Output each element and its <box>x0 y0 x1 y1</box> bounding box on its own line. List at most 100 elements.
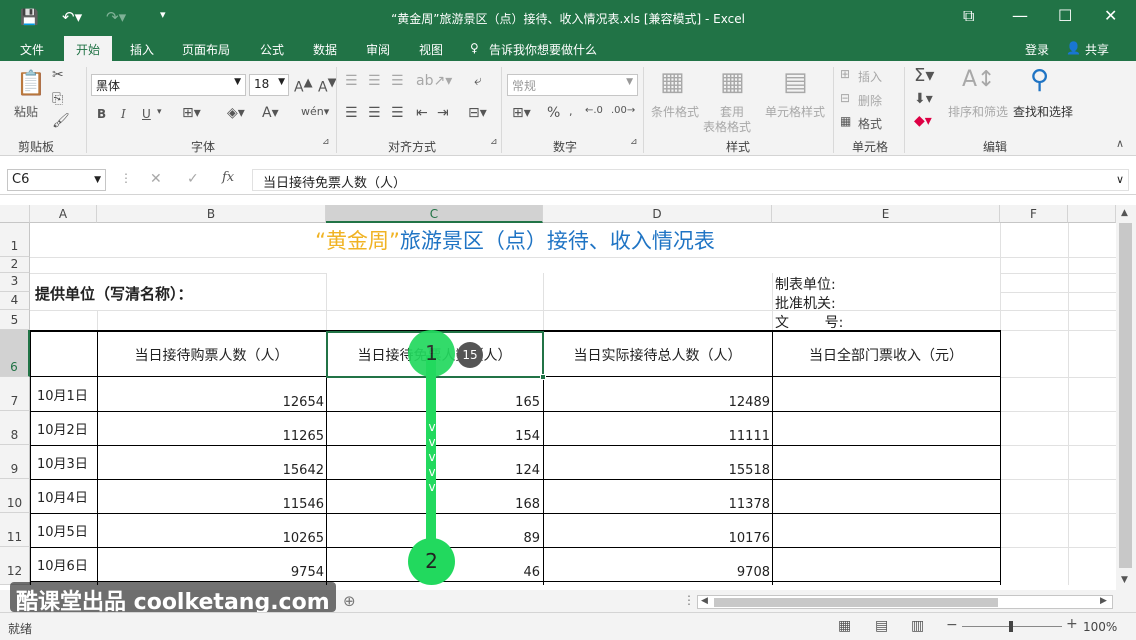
row-header-9[interactable]: 9 <box>0 445 30 479</box>
orientation-icon[interactable]: ab↗▾ <box>416 73 452 89</box>
dialog-launcher-icon[interactable]: ⊿ <box>490 137 498 147</box>
row-header-6[interactable]: 6 <box>0 330 30 377</box>
login-link[interactable]: 登录 <box>1025 41 1049 58</box>
page-layout-view-icon[interactable]: ▤ <box>875 618 888 634</box>
font-name-select[interactable]: 黑体 ▼ <box>91 74 246 96</box>
copy-icon[interactable]: ⎘ <box>52 91 63 107</box>
clear-icon[interactable]: ◆▾ <box>914 113 932 129</box>
cancel-icon[interactable]: ✕ <box>150 171 162 187</box>
scroll-right-icon[interactable]: ▶ <box>1100 596 1107 606</box>
phonetic-icon[interactable]: wén▾ <box>301 105 329 118</box>
collapse-ribbon-icon[interactable]: ∧ <box>1116 137 1124 150</box>
total-cell[interactable]: 12489 <box>543 395 770 410</box>
find-select-button[interactable]: 查找和选择 <box>1013 103 1073 120</box>
row-header-10[interactable]: 10 <box>0 479 30 513</box>
tab-home[interactable]: 开始 <box>64 36 113 61</box>
align-middle-icon[interactable]: ☰ <box>368 73 381 89</box>
row-header-1[interactable]: 1 <box>0 223 30 257</box>
row-header-4[interactable]: 4 <box>0 292 30 310</box>
wrap-text-icon[interactable]: ⤶ <box>474 73 482 89</box>
horizontal-scroll-thumb[interactable] <box>714 598 998 607</box>
row-header-7[interactable]: 7 <box>0 377 30 411</box>
horizontal-scrollbar[interactable]: ◀ ▶ <box>697 595 1113 609</box>
total-cell[interactable]: 9708 <box>543 565 770 580</box>
table-format-label-2[interactable]: 表格格式 <box>703 118 751 135</box>
format-painter-icon[interactable]: 🖌 <box>52 113 70 129</box>
tab-insert[interactable]: 插入 <box>130 41 154 58</box>
paid-cell[interactable]: 11265 <box>97 429 324 444</box>
autosum-icon[interactable]: Σ▾ <box>914 65 934 86</box>
cut-icon[interactable]: ✂ <box>52 67 64 83</box>
minimize-button[interactable]: — <box>1012 6 1028 25</box>
share-button[interactable]: 共享 <box>1085 41 1109 58</box>
conditional-format-button[interactable]: 条件格式 <box>651 103 699 120</box>
header-ticket-revenue[interactable]: 当日全部门票收入（元） <box>772 345 1000 365</box>
cell-styles-button[interactable]: 单元格样式 <box>765 103 825 120</box>
total-cell[interactable]: 15518 <box>543 463 770 478</box>
borders-icon[interactable]: ⊞▾ <box>182 105 201 121</box>
add-sheet-icon[interactable]: ⊕ <box>343 592 356 610</box>
paid-cell[interactable]: 12654 <box>97 395 324 410</box>
bold-button[interactable]: B <box>97 107 106 121</box>
tab-page-layout[interactable]: 页面布局 <box>182 41 230 58</box>
align-top-icon[interactable]: ☰ <box>345 73 358 89</box>
dialog-launcher-icon[interactable]: ⊿ <box>322 137 330 147</box>
fill-icon[interactable]: ⬇▾ <box>914 91 933 107</box>
italic-button[interactable]: I <box>121 107 126 121</box>
column-header-f[interactable]: F <box>1000 205 1068 223</box>
paid-cell[interactable]: 11546 <box>97 497 324 512</box>
paste-button-label[interactable]: 粘贴 <box>14 103 38 120</box>
tab-review[interactable]: 审阅 <box>366 41 390 58</box>
zoom-in-icon[interactable]: + <box>1066 616 1078 632</box>
delete-cells-button[interactable]: 删除 <box>858 92 882 109</box>
date-cell[interactable]: 10月5日 <box>37 521 88 540</box>
date-cell[interactable]: 10月6日 <box>37 555 88 574</box>
tab-view[interactable]: 视图 <box>419 41 443 58</box>
total-cell[interactable]: 11378 <box>543 497 770 512</box>
scroll-left-icon[interactable]: ◀ <box>701 596 708 606</box>
vertical-scroll-thumb[interactable] <box>1119 223 1132 568</box>
dialog-launcher-icon[interactable]: ⊿ <box>630 137 638 147</box>
chevron-down-icon[interactable]: ▾ <box>157 107 162 117</box>
align-center-icon[interactable]: ☰ <box>368 105 381 121</box>
fill-handle[interactable] <box>540 374 546 380</box>
row-header-5[interactable]: 5 <box>0 310 30 330</box>
font-size-select[interactable]: 18 ▼ <box>249 74 289 96</box>
row-header-3[interactable]: 3 <box>0 273 30 292</box>
vertical-scrollbar[interactable]: ▲ ▼ <box>1116 205 1136 590</box>
tab-data[interactable]: 数据 <box>313 41 337 58</box>
header-paid-visitors[interactable]: 当日接待购票人数（人） <box>97 345 326 365</box>
zoom-level[interactable]: 100% <box>1083 620 1117 634</box>
date-cell[interactable]: 10月3日 <box>37 453 88 472</box>
column-header-d[interactable]: D <box>543 205 772 223</box>
grow-font-icon[interactable]: A▲ <box>294 75 313 96</box>
paste-icon[interactable]: 📋 <box>16 69 46 97</box>
align-left-icon[interactable]: ☰ <box>345 105 358 121</box>
scroll-up-icon[interactable]: ▲ <box>1121 208 1128 218</box>
worksheet-grid[interactable]: A B C D E F 1 2 3 4 5 6 7 8 9 10 11 12 “… <box>0 205 1116 585</box>
sort-filter-button[interactable]: 排序和筛选 <box>948 103 1008 120</box>
number-format-select[interactable]: 常规 ▼ <box>507 74 638 96</box>
increase-indent-icon[interactable]: ⇥ <box>437 105 449 121</box>
column-header-g[interactable] <box>1068 205 1116 223</box>
total-cell[interactable]: 10176 <box>543 531 770 546</box>
page-break-view-icon[interactable]: ▥ <box>911 618 924 634</box>
insert-cells-button[interactable]: 插入 <box>858 68 882 85</box>
row-header-12[interactable]: 12 <box>0 547 30 585</box>
name-box[interactable]: C6 ▼ <box>7 169 106 191</box>
maximize-button[interactable]: ☐ <box>1058 6 1072 25</box>
zoom-slider-thumb[interactable] <box>1009 621 1013 632</box>
normal-view-icon[interactable]: ▦ <box>838 618 851 634</box>
ribbon-display-icon[interactable]: ⧉ <box>963 6 974 26</box>
format-cells-button[interactable]: 格式 <box>858 115 882 132</box>
row-header-11[interactable]: 11 <box>0 513 30 547</box>
enter-icon[interactable]: ✓ <box>187 171 199 187</box>
font-color-icon[interactable]: A▾ <box>262 105 279 121</box>
zoom-out-icon[interactable]: − <box>946 617 958 633</box>
column-header-c[interactable]: C <box>326 205 543 223</box>
row-header-8[interactable]: 8 <box>0 411 30 445</box>
decrease-indent-icon[interactable]: ⇤ <box>416 105 428 121</box>
date-cell[interactable]: 10月2日 <box>37 419 88 438</box>
percent-icon[interactable]: % <box>547 105 560 121</box>
paid-cell[interactable]: 15642 <box>97 463 324 478</box>
